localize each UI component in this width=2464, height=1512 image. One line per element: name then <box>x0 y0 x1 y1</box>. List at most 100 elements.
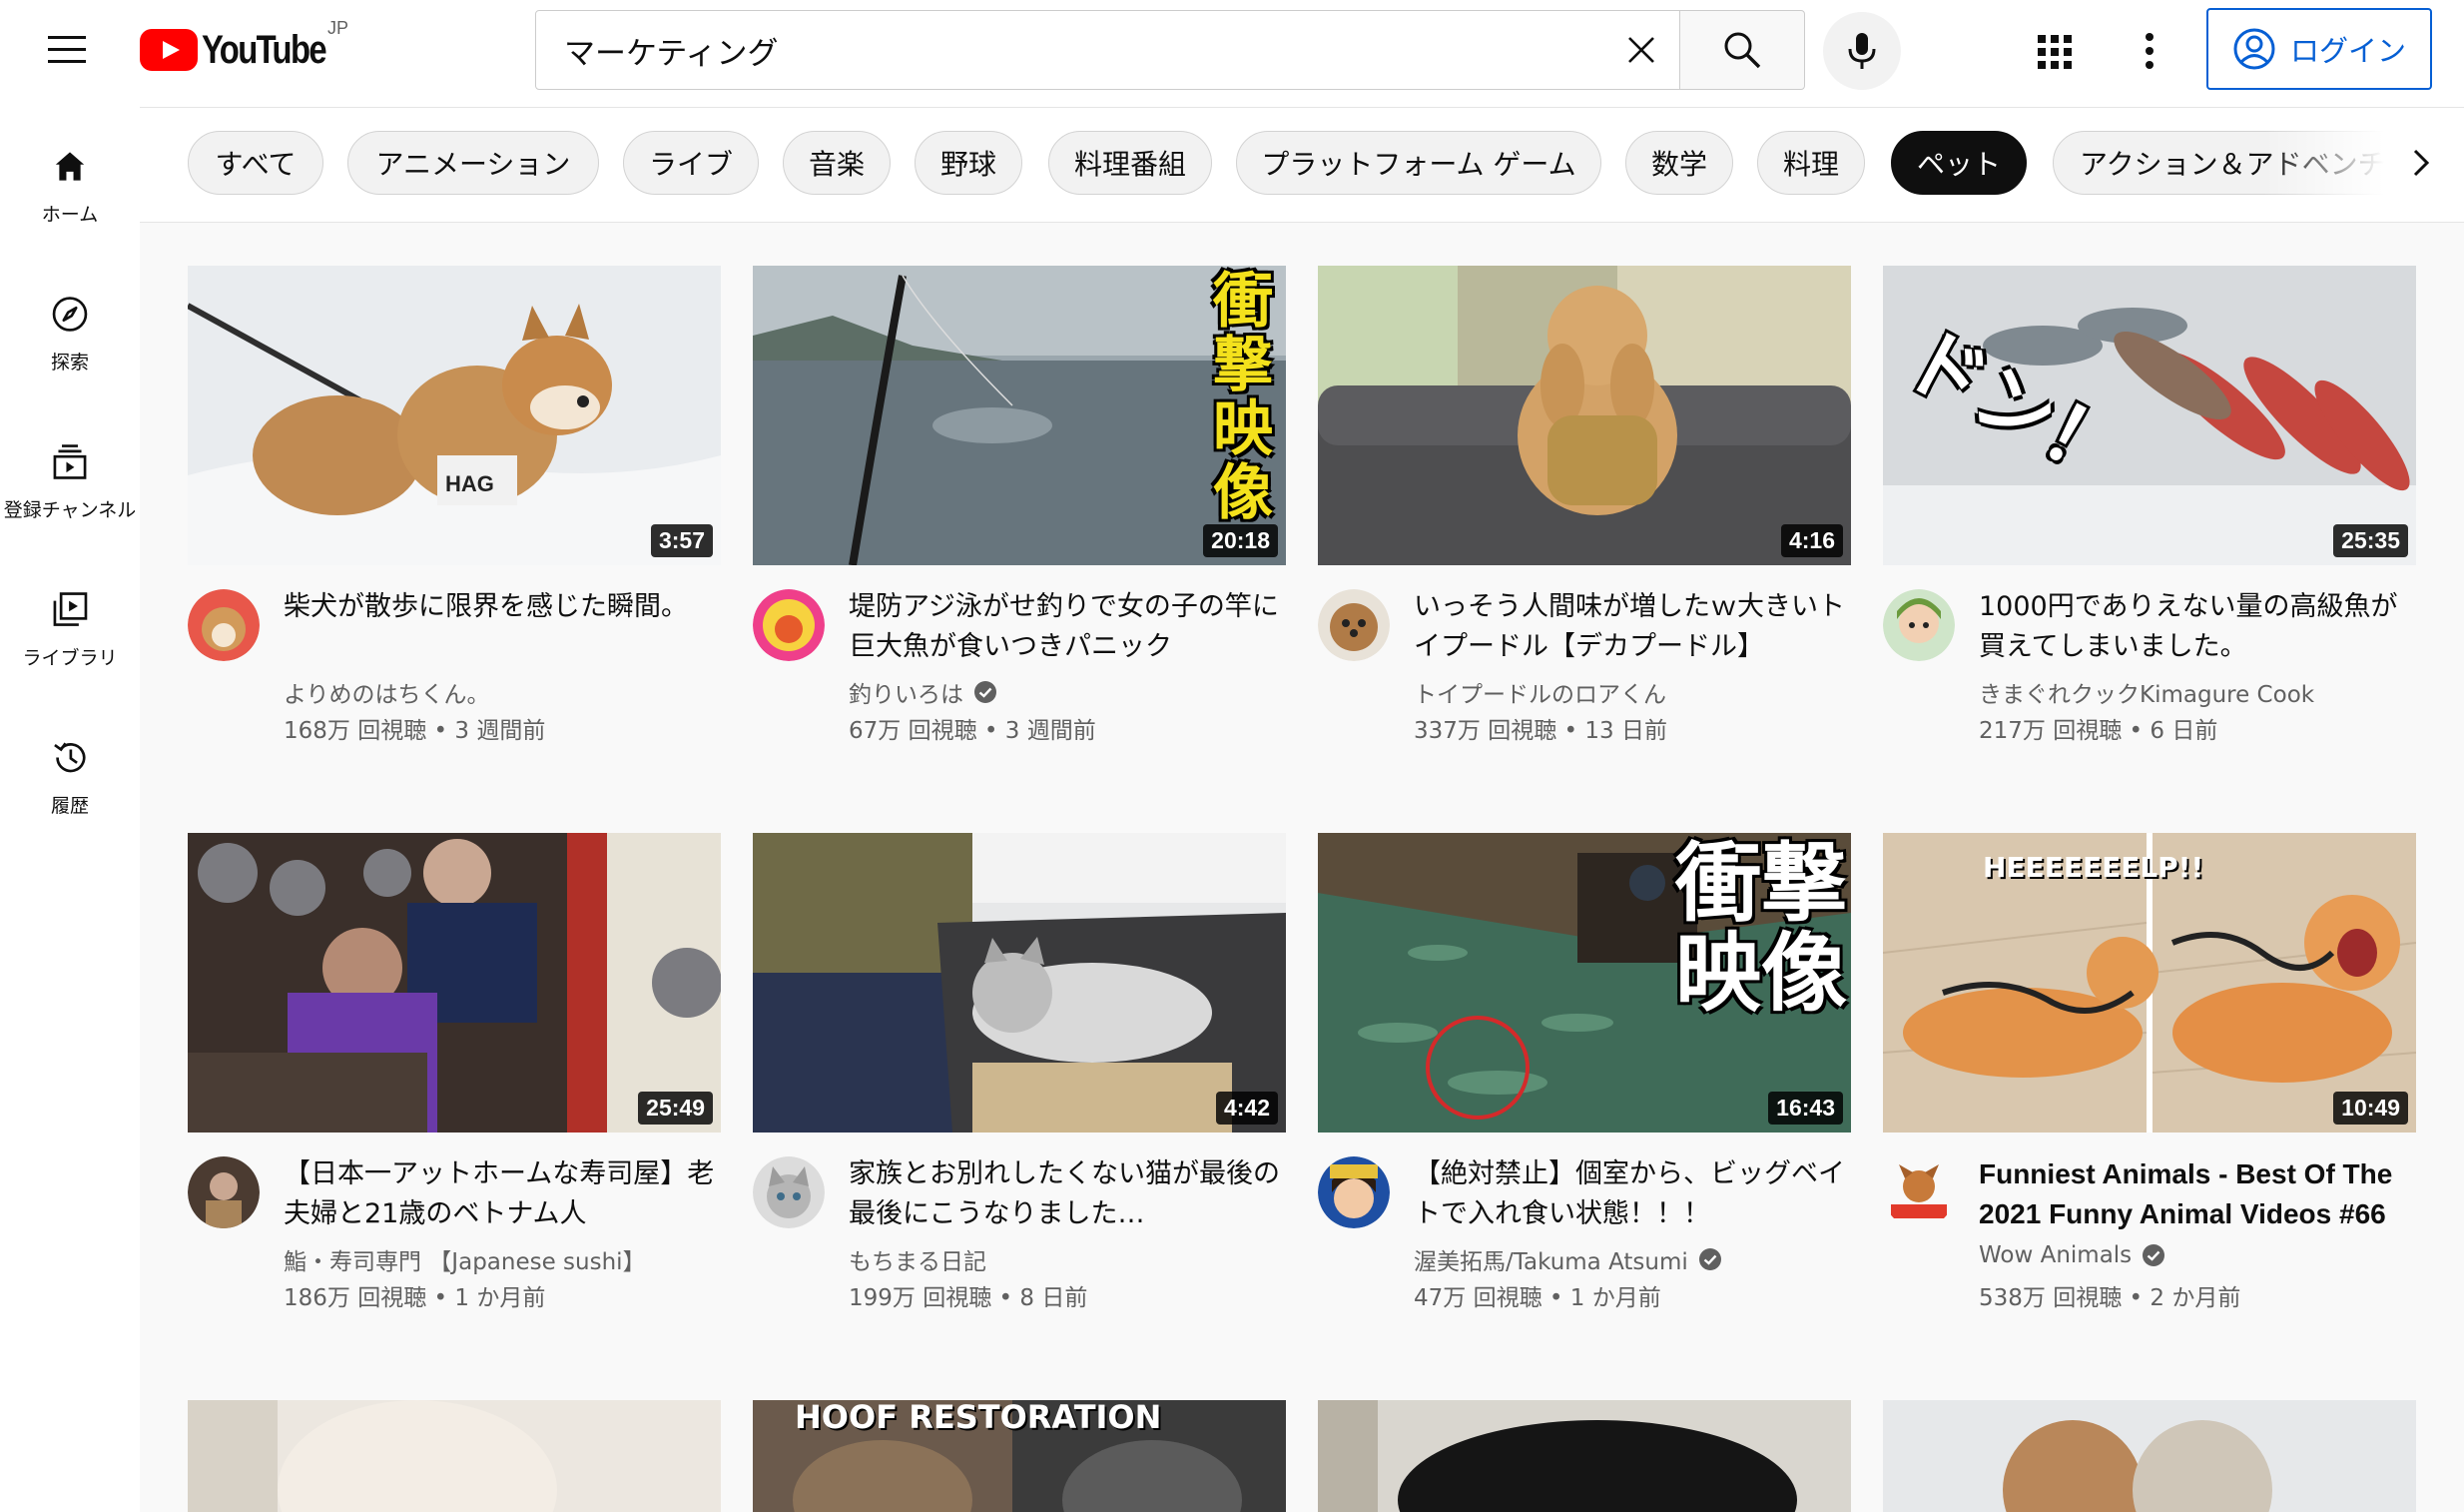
chip-animation[interactable]: アニメーション <box>347 131 599 195</box>
thumbnail-overlay-text: HEEEEEEELP!! <box>1983 851 2204 884</box>
video-thumbnail[interactable]: HEEEEEEELP!! 10:49 <box>1883 833 2416 1133</box>
view-count: 199万 回視聴 <box>849 1285 992 1311</box>
channel-avatar[interactable] <box>1883 1156 1955 1228</box>
view-count: 186万 回視聴 <box>284 1285 427 1311</box>
channel-avatar[interactable] <box>188 589 260 661</box>
youtube-logo[interactable]: YouTube <box>140 26 352 74</box>
sidebar-item-label: 探索 <box>50 352 89 374</box>
view-count: 538万 回視聴 <box>1979 1285 2123 1311</box>
video-thumbnail[interactable]: 4:42 <box>753 833 1286 1133</box>
voice-search-button[interactable] <box>1823 12 1901 90</box>
dog-in-snow-image: HAG <box>188 266 721 565</box>
upload-age: 1 か月前 <box>1569 1285 1661 1311</box>
compass-icon <box>52 297 88 332</box>
video-thumbnail[interactable]: 衝撃映像 16:43 <box>1318 833 1851 1133</box>
channel-avatar[interactable] <box>188 1156 260 1228</box>
video-title[interactable]: いっそう人間味が増したｗ大きいトイプードル【デカプードル】 <box>1414 587 1849 667</box>
apps-grid-icon[interactable] <box>2037 34 2073 70</box>
sidebar-item-history[interactable]: 履歴 <box>0 698 140 818</box>
sidebar-item-explore[interactable]: 探索 <box>0 255 140 375</box>
sushi-kitchen-image <box>188 833 721 1133</box>
white-puppy-image <box>188 1400 721 1512</box>
chip-cooking[interactable]: 料理 <box>1757 131 1865 195</box>
channel-avatar[interactable] <box>1883 589 1955 661</box>
channel-name[interactable]: Wow Animals <box>1979 1242 2165 1268</box>
chip-scroll-right-button[interactable] <box>2396 138 2446 188</box>
video-thumbnail[interactable]: ドン！ 25:35 <box>1883 266 2416 565</box>
video-meta: 199万 回視聴 • 8 日前 <box>849 1285 1088 1311</box>
channel-name-text: トイプードルのロアくん <box>1414 682 1666 708</box>
thumbnail-overlay-text: 衝撃映像 <box>1213 267 1273 528</box>
chip-all[interactable]: すべて <box>188 131 323 195</box>
video-thumbnail[interactable]: 4:16 <box>1318 266 1851 565</box>
view-count: 168万 回視聴 <box>284 718 427 744</box>
channel-name[interactable]: きまぐれクックKimagure Cook <box>1979 675 2314 709</box>
video-title[interactable]: 柴犬が散歩に限界を感じた瞬間。 <box>284 587 719 667</box>
channel-avatar[interactable] <box>1318 1156 1390 1228</box>
sidebar-item-label: 登録チャンネル <box>3 499 137 521</box>
video-thumbnail[interactable]: HOOF RESTORATION <box>753 1400 1286 1512</box>
duration-badge: 25:35 <box>2333 524 2408 557</box>
video-thumbnail[interactable]: 25:49 <box>188 833 721 1133</box>
sidebar-item-library[interactable]: ライブラリ <box>0 550 140 670</box>
chip-cooking-show[interactable]: 料理番組 <box>1048 131 1212 195</box>
home-icon <box>55 152 85 181</box>
chip-math[interactable]: 数学 <box>1625 131 1733 195</box>
channel-name[interactable]: トイプードルのロアくん <box>1414 675 1666 709</box>
video-title[interactable]: 堤防アジ泳がせ釣りで女の子の竿に巨大魚が食いつきパニック <box>849 587 1284 667</box>
region-label: JP <box>327 18 349 38</box>
black-horse-image <box>1318 1400 1851 1512</box>
channel-avatar[interactable] <box>753 1156 825 1228</box>
clear-icon[interactable] <box>1624 33 1658 67</box>
chip-platform-game[interactable]: プラットフォーム ゲーム <box>1236 131 1601 195</box>
sidebar-item-label: ライブラリ <box>22 647 118 669</box>
duration-badge: 4:16 <box>1780 524 1843 557</box>
more-vert-icon[interactable] <box>2143 32 2156 70</box>
video-title[interactable]: 【絶対禁止】個室から、ビッグベイトで入れ食い状態！！！ <box>1414 1154 1849 1234</box>
channel-name[interactable]: 釣りいろは <box>849 675 997 709</box>
library-icon <box>53 592 88 626</box>
channel-name[interactable]: もちまる日記 <box>849 1242 986 1276</box>
view-count: 47万 回視聴 <box>1414 1285 1542 1311</box>
video-meta: 168万 回視聴 • 3 週間前 <box>284 718 546 744</box>
verified-icon <box>974 681 996 703</box>
duration-badge: 10:49 <box>2333 1092 2408 1125</box>
sidebar-item-label: ホーム <box>41 204 99 226</box>
channel-name-text: もちまる日記 <box>849 1249 986 1275</box>
video-thumbnail[interactable]: 衝撃映像 20:18 <box>753 266 1286 565</box>
login-button[interactable]: ログイン <box>2206 8 2432 90</box>
channel-name-text: 鮨・寿司専門 【Japanese sushi】 <box>284 1249 646 1275</box>
channel-name[interactable]: 鮨・寿司専門 【Japanese sushi】 <box>284 1242 646 1276</box>
search-input[interactable] <box>536 32 1584 68</box>
upload-age: 2 か月前 <box>2150 1285 2241 1311</box>
menu-icon[interactable] <box>48 36 86 64</box>
chip-music[interactable]: 音楽 <box>783 131 891 195</box>
channel-avatar[interactable] <box>753 589 825 661</box>
login-label: ログイン <box>2289 34 2406 68</box>
channel-name[interactable]: 渥美拓馬/Takuma Atsumi <box>1414 1242 1722 1276</box>
video-meta: 337万 回視聴 • 13 日前 <box>1414 718 1667 744</box>
svg-text:HAG: HAG <box>445 471 494 496</box>
chip-live[interactable]: ライブ <box>623 131 759 195</box>
logo-text: YouTube <box>202 27 327 72</box>
chip-pets[interactable]: ペット <box>1891 131 2027 195</box>
upload-age: 3 週間前 <box>1004 718 1096 744</box>
video-title[interactable]: 1000円でありえない量の高級魚が買えてしまいました。 <box>1979 587 2414 667</box>
video-thumbnail[interactable]: HAG 3:57 <box>188 266 721 565</box>
video-thumbnail[interactable] <box>1318 1400 1851 1512</box>
video-title[interactable]: Funniest Animals - Best Of The 2021 Funn… <box>1979 1154 2414 1234</box>
channel-avatar[interactable] <box>1318 589 1390 661</box>
thumbnail-overlay-text: 衝撃映像 <box>1675 833 1847 1024</box>
video-title[interactable]: 家族とお別れしたくない猫が最後の最後にこうなりました… <box>849 1154 1284 1234</box>
channel-name-text: 釣りいろは <box>849 682 963 708</box>
channel-name[interactable]: よりめのはちくん。 <box>284 675 490 709</box>
channel-name-text: よりめのはちくん。 <box>284 682 490 708</box>
sidebar-item-home[interactable]: ホーム <box>0 107 140 227</box>
video-thumbnail[interactable] <box>1883 1400 2416 1512</box>
sidebar-item-subscriptions[interactable]: 登録チャンネル <box>0 402 140 522</box>
video-thumbnail[interactable] <box>188 1400 721 1512</box>
video-title[interactable]: 【日本一アットホームな寿司屋】老夫婦と21歳のベトナム人 <box>284 1154 719 1234</box>
search-button[interactable] <box>1679 10 1805 90</box>
chip-baseball[interactable]: 野球 <box>915 131 1022 195</box>
channel-name-text: 渥美拓馬/Takuma Atsumi <box>1414 1249 1688 1275</box>
